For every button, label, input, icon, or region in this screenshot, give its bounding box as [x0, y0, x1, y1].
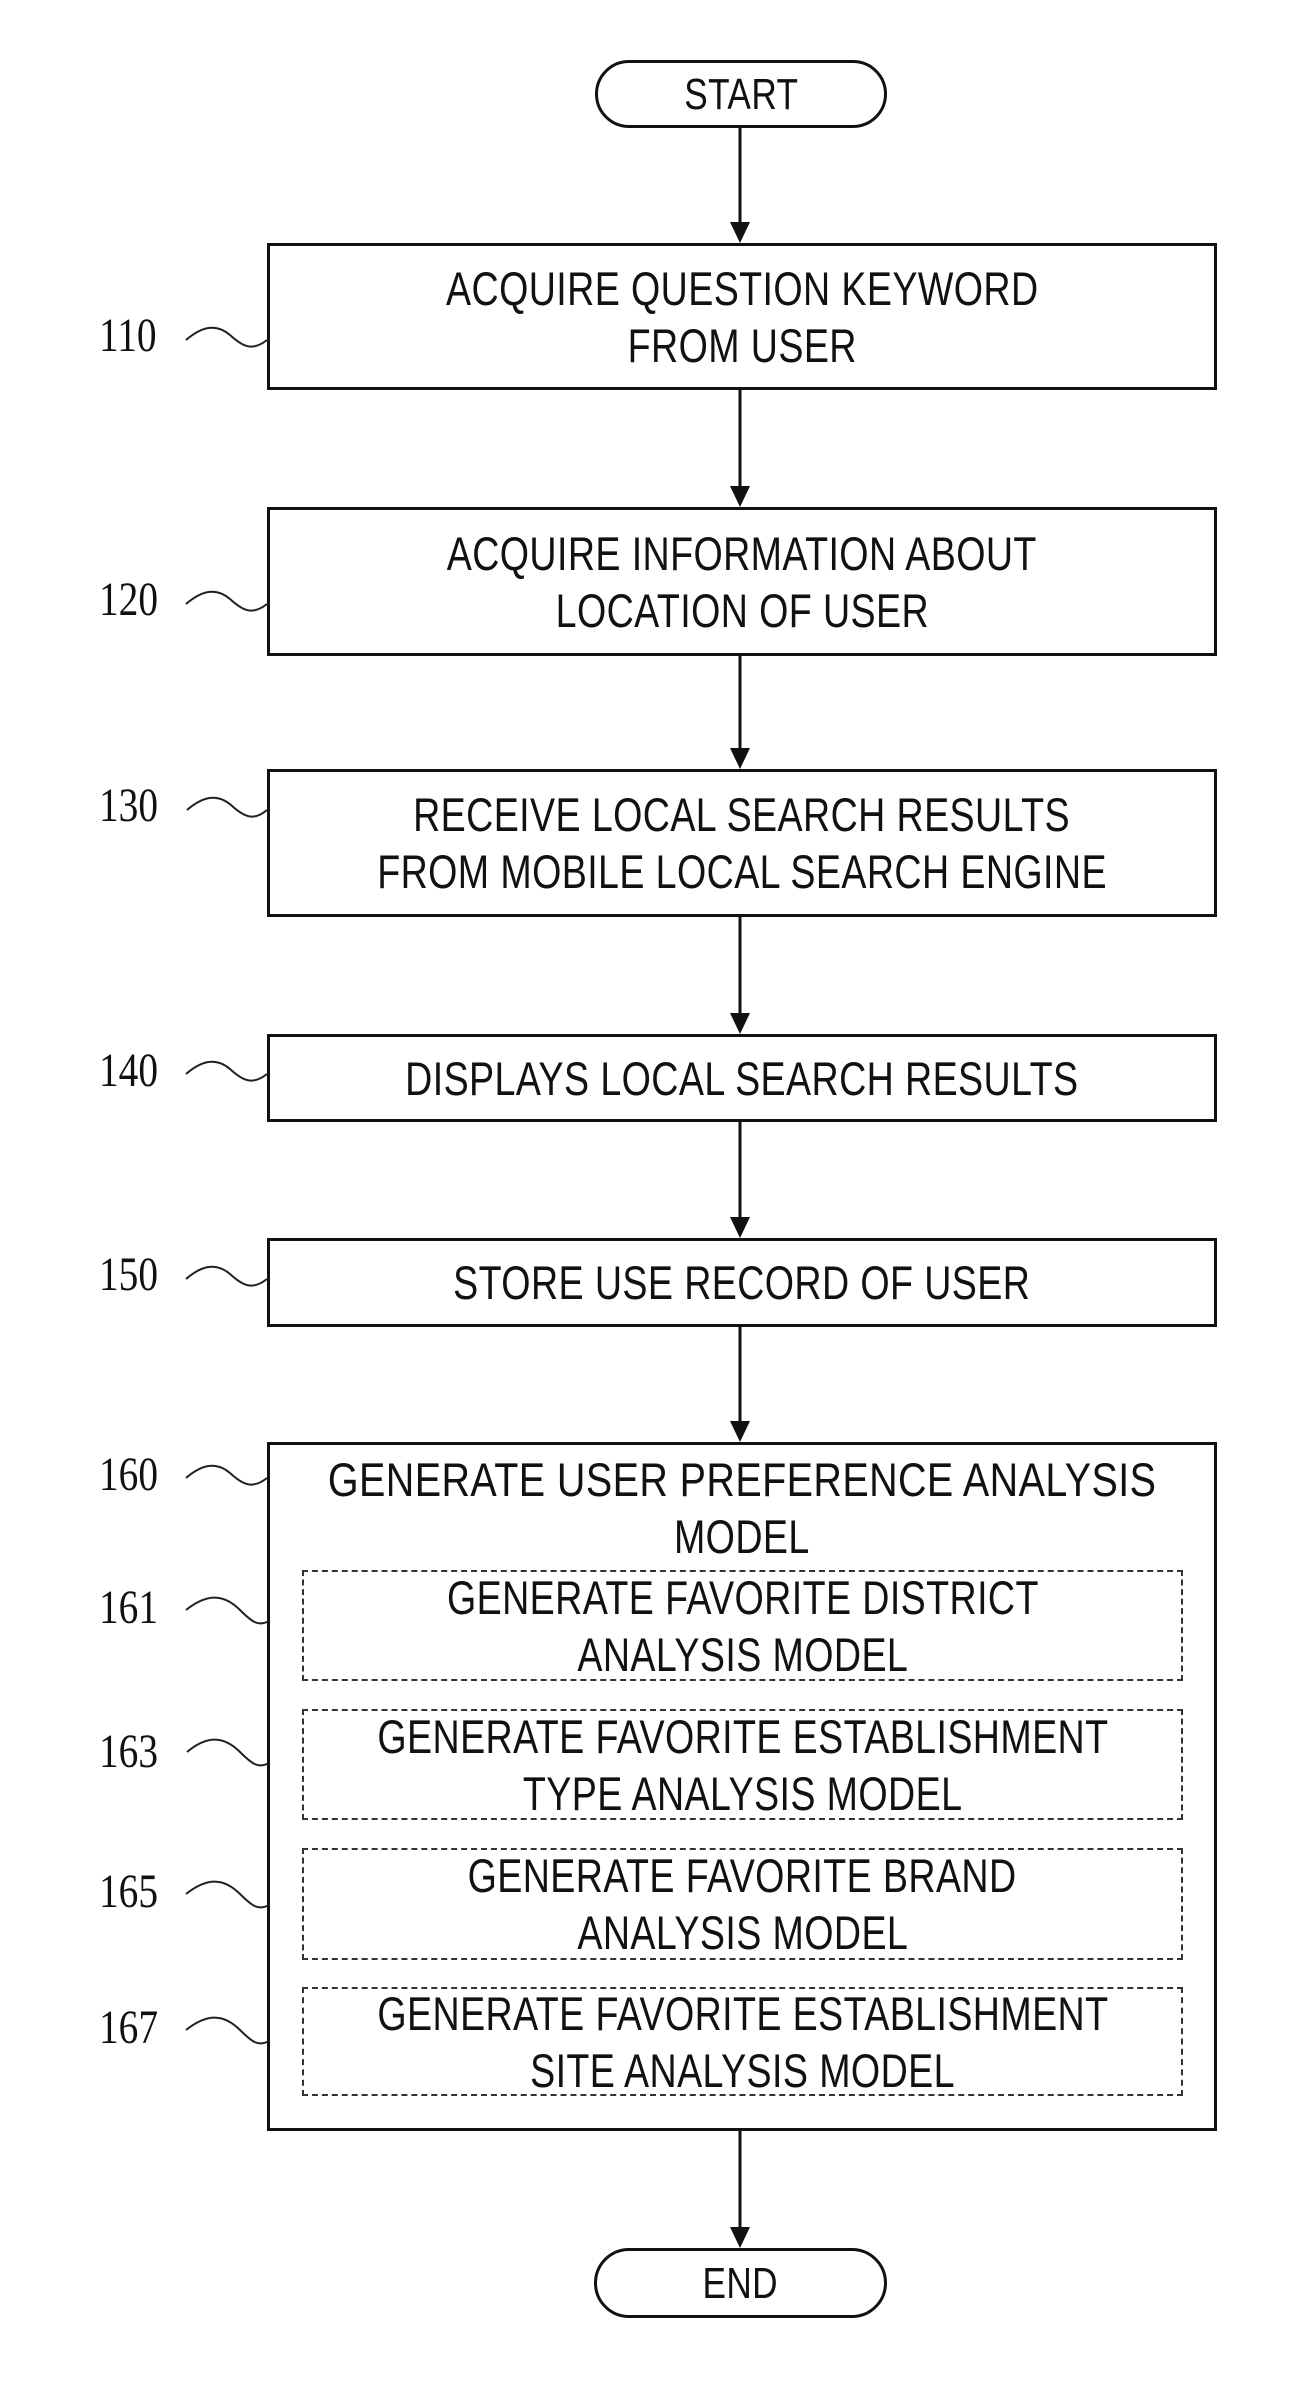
substep-165-line-2: ANALYSIS MODEL [577, 1906, 908, 1959]
arrowhead-icon [730, 1421, 750, 1442]
arrowhead-icon [730, 2227, 750, 2248]
ref-label-110: 110 [99, 309, 157, 362]
step-110-line-1: ACQUIRE QUESTION KEYWORD [445, 261, 1039, 315]
arrowhead-icon [730, 222, 750, 243]
leader-150 [185, 1265, 268, 1287]
arrowhead-icon [730, 1217, 750, 1238]
substep-161-box: GENERATE FAVORITE DISTRICT ANALYSIS MODE… [302, 1570, 1183, 1681]
leader-160 [185, 1464, 268, 1486]
step-160-line-2: MODEL [674, 1510, 810, 1563]
start-label: START [683, 69, 799, 119]
leader-110 [185, 326, 268, 348]
substep-165-line-1: GENERATE FAVORITE BRAND [468, 1849, 1017, 1902]
step-140-line-1: DISPLAYS LOCAL SEARCH RESULTS [405, 1051, 1079, 1105]
ref-label-167: 167 [99, 2001, 159, 2054]
end-terminal: END [594, 2248, 887, 2318]
step-150-box: STORE USE RECORD OF USER [267, 1238, 1217, 1327]
arrowhead-icon [730, 486, 750, 507]
substep-167-box: GENERATE FAVORITE ESTABLISHMENT SITE ANA… [302, 1986, 1183, 2097]
ref-label-150: 150 [99, 1248, 159, 1301]
step-110-box: ACQUIRE QUESTION KEYWORD FROM USER [267, 243, 1217, 390]
ref-label-163: 163 [99, 1725, 159, 1778]
step-150-line-1: STORE USE RECORD OF USER [453, 1256, 1031, 1309]
ref-label-165: 165 [99, 1865, 159, 1918]
substep-167-line-2: SITE ANALYSIS MODEL [530, 2043, 955, 2097]
step-130-box: RECEIVE LOCAL SEARCH RESULTS FROM MOBILE… [267, 769, 1217, 917]
substep-165-box: GENERATE FAVORITE BRAND ANALYSIS MODEL [302, 1848, 1183, 1960]
substep-163-line-1: GENERATE FAVORITE ESTABLISHMENT [376, 1709, 1109, 1763]
ref-label-160: 160 [99, 1448, 159, 1501]
arrowhead-icon [730, 1013, 750, 1034]
arrowhead-icon [730, 748, 750, 769]
leader-120 [185, 590, 268, 612]
ref-label-130: 130 [99, 779, 159, 832]
substep-163-line-2: TYPE ANALYSIS MODEL [522, 1766, 963, 1820]
substep-163-box: GENERATE FAVORITE ESTABLISHMENT TYPE ANA… [302, 1709, 1183, 1820]
substep-167-line-1: GENERATE FAVORITE ESTABLISHMENT [376, 1986, 1109, 2040]
substep-161-line-2: ANALYSIS MODEL [577, 1627, 908, 1681]
step-130-line-2: FROM MOBILE LOCAL SEARCH ENGINE [377, 845, 1107, 898]
step-120-box: ACQUIRE INFORMATION ABOUT LOCATION OF US… [267, 507, 1217, 656]
ref-label-161: 161 [99, 1581, 159, 1634]
ref-label-140: 140 [99, 1044, 159, 1097]
end-label: END [702, 2258, 779, 2308]
leader-130 [186, 796, 268, 818]
ref-label-120: 120 [99, 573, 159, 626]
leader-140 [185, 1060, 268, 1082]
step-130-line-1: RECEIVE LOCAL SEARCH RESULTS [413, 788, 1071, 841]
step-120-line-2: LOCATION OF USER [555, 583, 929, 637]
step-110-line-2: FROM USER [627, 318, 857, 372]
start-terminal: START [595, 60, 887, 128]
substep-161-line-1: GENERATE FAVORITE DISTRICT [446, 1570, 1039, 1624]
step-120-line-1: ACQUIRE INFORMATION ABOUT [446, 526, 1038, 580]
step-140-box: DISPLAYS LOCAL SEARCH RESULTS [267, 1034, 1217, 1122]
step-160-line-1: GENERATE USER PREFERENCE ANALYSIS [327, 1453, 1157, 1506]
